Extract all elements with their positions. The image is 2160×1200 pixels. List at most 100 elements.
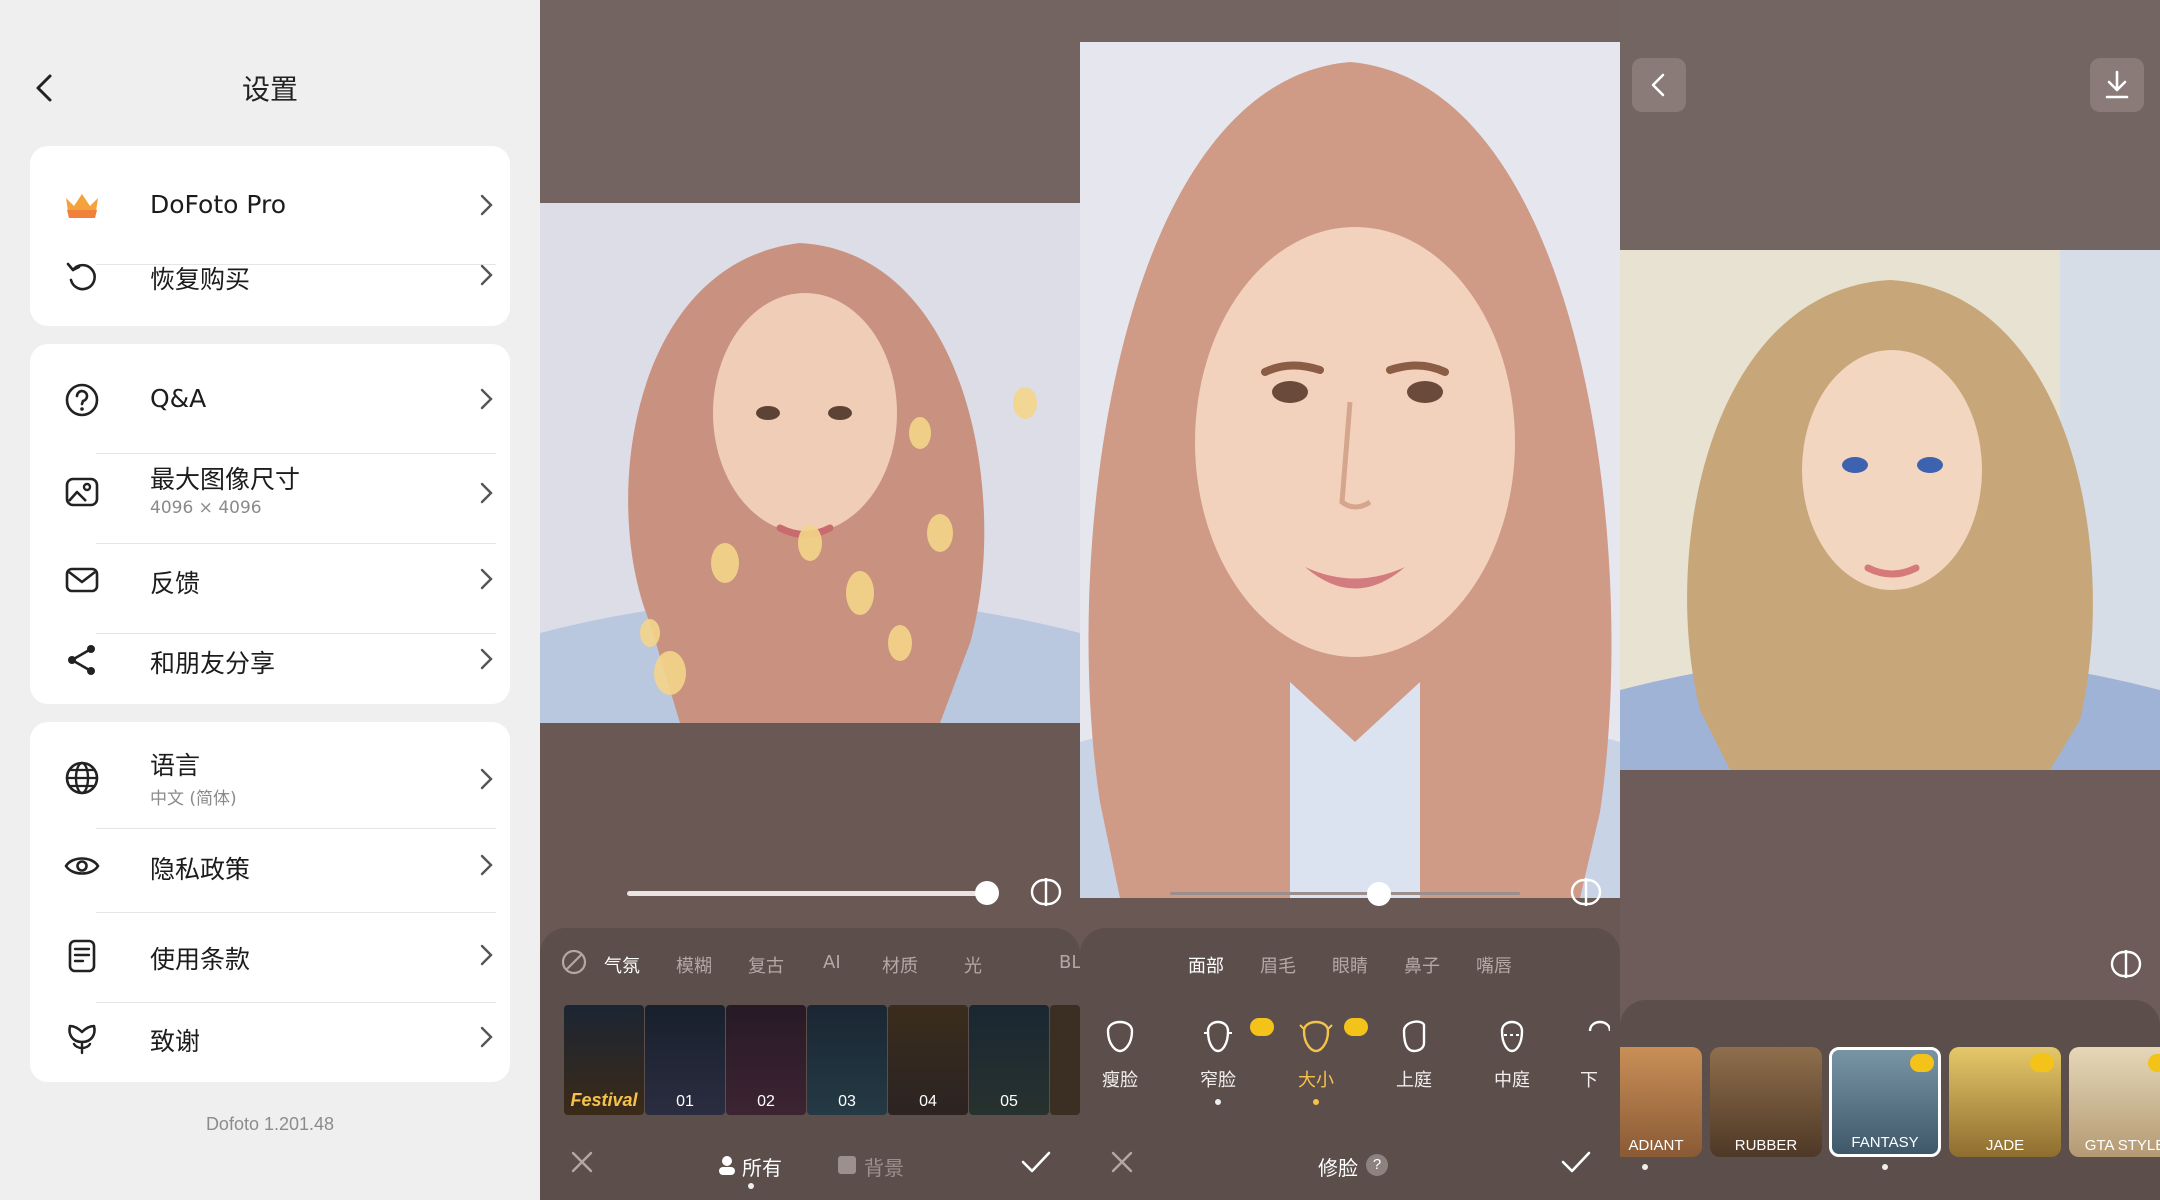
settings-row-qa[interactable]: Q&A	[64, 364, 496, 454]
effect-thumb-03[interactable]: 03	[807, 1005, 887, 1115]
shape-label: 瘦脸	[1102, 1070, 1138, 1091]
settings-header: 设置	[0, 60, 540, 114]
close-icon[interactable]	[1108, 1148, 1136, 1176]
slider-knob[interactable]	[1367, 882, 1391, 906]
tab-light[interactable]: 光	[964, 952, 982, 978]
back-arrow-icon	[1651, 73, 1665, 97]
tab-atmosphere[interactable]: 气氛	[604, 952, 640, 978]
settings-card-pro: DoFoto Pro 恢复购买	[30, 146, 510, 326]
effect-thumb-02[interactable]: 02	[726, 1005, 806, 1115]
tab-texture[interactable]: 材质	[882, 952, 918, 978]
thumb-label: 05	[1000, 1093, 1018, 1110]
active-dot	[748, 1183, 754, 1189]
divider	[96, 912, 496, 913]
effect-thumb-01[interactable]: 01	[645, 1005, 725, 1115]
settings-row-credits[interactable]: 致谢	[64, 1002, 496, 1074]
settings-row-label: 语言	[150, 751, 201, 780]
compare-icon[interactable]	[1028, 874, 1064, 910]
page-title: 设置	[241, 73, 298, 106]
shape-narrow-face[interactable]: 窄脸	[1178, 1015, 1258, 1105]
settings-row-value: 4096 × 4096	[150, 498, 262, 518]
tab-all[interactable]: 所有	[742, 1152, 782, 1181]
style-card-adiant[interactable]: ADIANT	[1620, 1047, 1702, 1157]
none-effect-icon[interactable]	[560, 948, 588, 976]
face-narrow-icon	[1204, 1020, 1232, 1053]
settings-row-label: Q&A	[150, 384, 207, 413]
shape-upper-court[interactable]: 上庭	[1374, 1015, 1454, 1092]
settings-row-feedback[interactable]: 反馈	[64, 544, 496, 634]
settings-row-restore[interactable]: 恢复购买	[64, 246, 496, 306]
settings-row-label: 恢复购买	[150, 265, 251, 294]
tab-background[interactable]: 背景	[864, 1152, 904, 1181]
effect-thumb-04[interactable]: 04	[888, 1005, 968, 1115]
style-name: GTA STYLE	[2084, 1137, 2160, 1154]
tab-blur[interactable]: 模糊	[676, 952, 712, 978]
effect-thumb-05[interactable]: 05	[969, 1005, 1049, 1115]
reshape-slider[interactable]	[1170, 892, 1520, 895]
thumb-label: Festival	[570, 1090, 638, 1110]
check-icon[interactable]	[1020, 1148, 1052, 1176]
slider-knob[interactable]	[975, 881, 999, 905]
midface-icon	[1500, 1020, 1524, 1053]
close-icon[interactable]	[568, 1148, 596, 1176]
thumb-label: 02	[757, 1093, 775, 1110]
top-band	[540, 0, 1080, 203]
chevron-right-icon	[480, 854, 493, 876]
image-size-icon	[65, 477, 99, 507]
settings-row-privacy[interactable]: 隐私政策	[64, 830, 496, 913]
settings-row-terms[interactable]: 使用条款	[64, 920, 496, 1003]
settings-row-label: 最大图像尺寸	[150, 465, 301, 494]
download-button[interactable]	[2090, 58, 2144, 112]
shape-lower-court[interactable]: 下	[1570, 1015, 1620, 1092]
settings-card-about: 语言 中文 (简体) 隐私政策 使用条款 致谢	[30, 722, 510, 1082]
globe-icon	[65, 761, 99, 795]
background-icon	[838, 1156, 856, 1174]
tab-more[interactable]: BL	[1059, 952, 1080, 973]
settings-row-share[interactable]: 和朋友分享	[64, 624, 496, 696]
intensity-slider[interactable]	[627, 891, 987, 896]
back-button[interactable]	[1632, 58, 1686, 112]
edited-dot	[1215, 1099, 1221, 1105]
tab-ai[interactable]: AI	[823, 952, 841, 973]
tab-nose[interactable]: 鼻子	[1404, 952, 1440, 978]
shape-middle-court[interactable]: 中庭	[1472, 1015, 1552, 1092]
download-icon	[2105, 70, 2129, 99]
tab-eyes[interactable]: 眼睛	[1332, 952, 1368, 978]
tab-face[interactable]: 面部	[1188, 952, 1224, 978]
settings-row-language[interactable]: 语言 中文 (简体)	[64, 740, 496, 829]
settings-row-label: 使用条款	[150, 945, 251, 974]
portrait-photo	[540, 203, 1080, 723]
top-band	[1620, 0, 2160, 250]
chevron-right-icon	[480, 944, 493, 966]
tab-eyebrows[interactable]: 眉毛	[1260, 952, 1296, 978]
ai-style-screen: ADIANT RUBBER FANTASY JADE GTA STYLE	[1620, 0, 2160, 1200]
share-icon	[68, 645, 95, 675]
help-icon[interactable]: ?	[1366, 1154, 1388, 1176]
chevron-right-icon	[480, 264, 493, 286]
style-card-rubber[interactable]: RUBBER	[1710, 1047, 1822, 1157]
tab-retro[interactable]: 复古	[748, 952, 784, 978]
stylized-portrait	[1620, 250, 2160, 770]
tab-lips[interactable]: 嘴唇	[1476, 952, 1512, 978]
settings-row-image-size[interactable]: 最大图像尺寸 4096 × 4096	[64, 454, 496, 544]
compare-icon[interactable]	[1568, 874, 1604, 910]
settings-row-label: DoFoto Pro	[150, 190, 287, 219]
face-size-icon	[1299, 1020, 1333, 1053]
settings-row-pro[interactable]: DoFoto Pro	[64, 176, 496, 265]
shape-slim-face[interactable]: 瘦脸	[1080, 1015, 1160, 1092]
flower-icon	[68, 1024, 96, 1055]
chevron-right-icon	[480, 1026, 493, 1048]
tool-title: 修脸	[1318, 1156, 1358, 1180]
chevron-right-icon	[480, 768, 493, 790]
thumb-label: 04	[919, 1093, 937, 1110]
premium-crown-icon	[2148, 1054, 2160, 1072]
check-icon[interactable]	[1560, 1148, 1592, 1176]
compare-icon[interactable]	[2108, 946, 2144, 982]
person-icon	[719, 1156, 735, 1175]
style-name: FANTASY	[1851, 1134, 1919, 1151]
effect-thumb-partial[interactable]	[1050, 1005, 1080, 1115]
portrait-photo-large	[1080, 42, 1620, 898]
style-card-gta-style[interactable]: GTA STYLE	[2069, 1047, 2160, 1157]
shape-label: 上庭	[1396, 1070, 1432, 1091]
effect-thumb-festival[interactable]: Festival	[564, 1005, 644, 1115]
